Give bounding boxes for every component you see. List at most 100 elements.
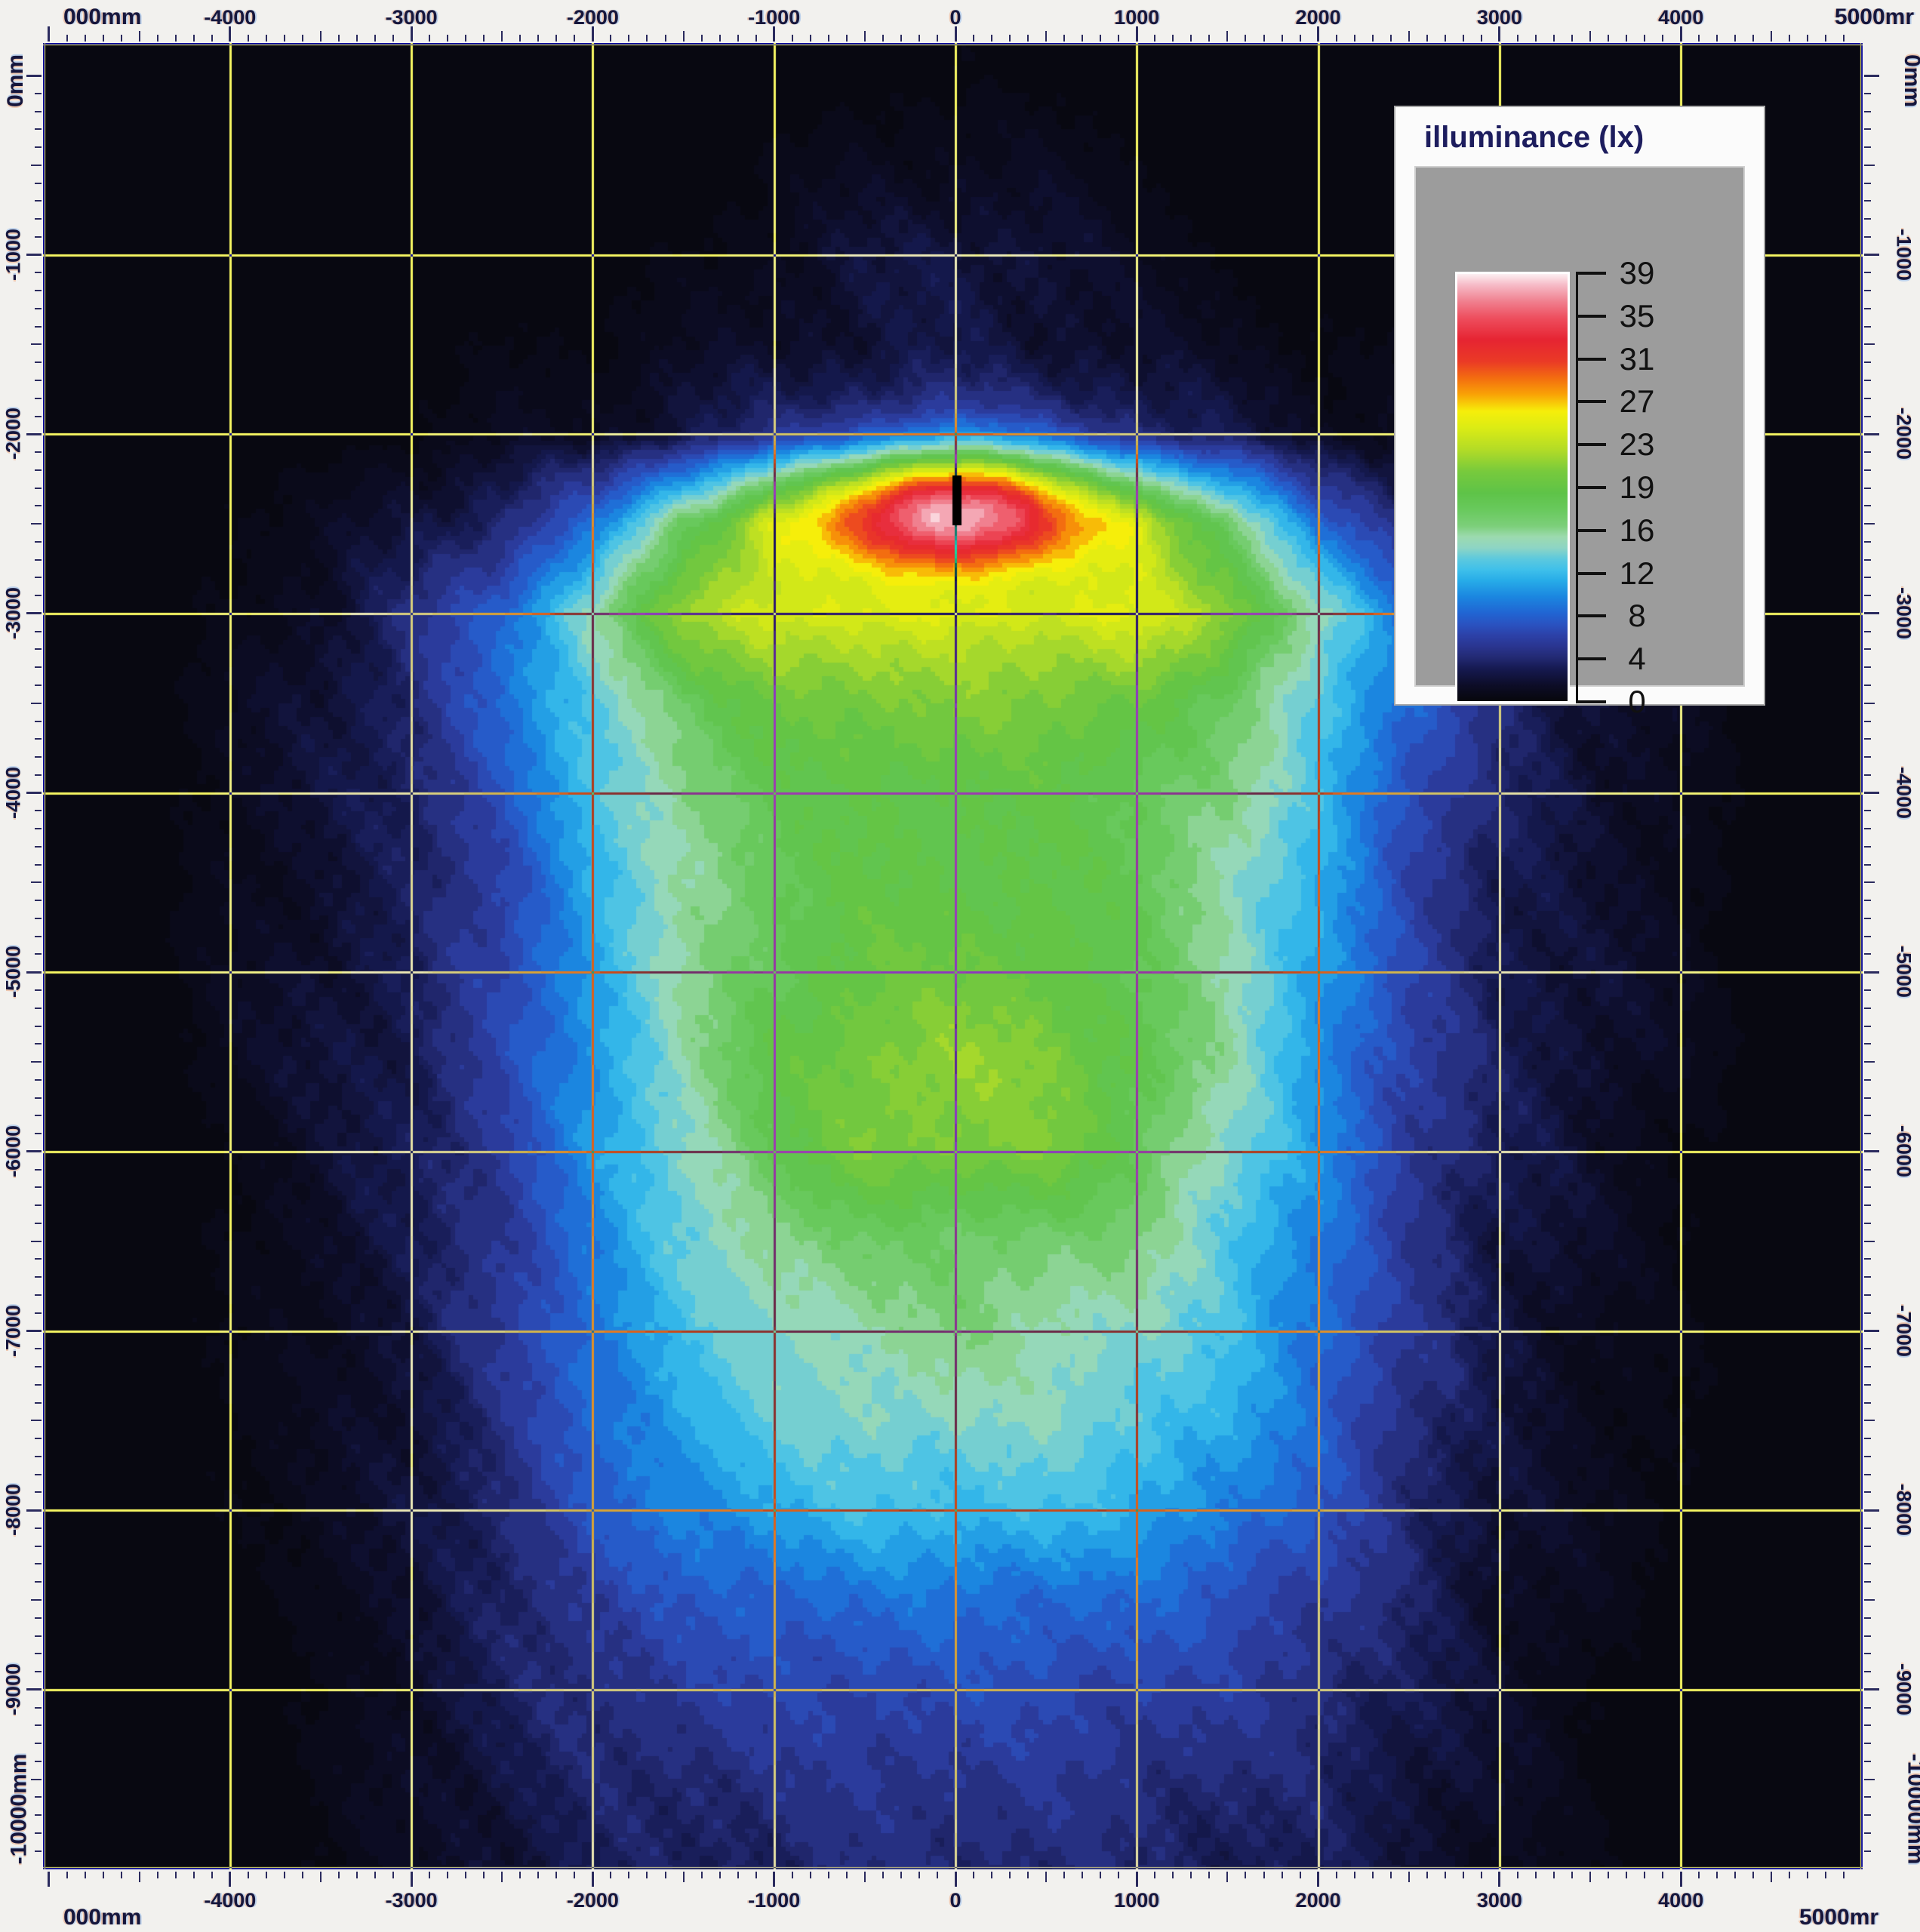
ruler-tick (1864, 1707, 1871, 1709)
ruler-tick (175, 1872, 177, 1878)
ruler-tick (35, 756, 42, 758)
ruler-tick (48, 1872, 50, 1887)
ruler-tick (1172, 1872, 1174, 1878)
ruler-tick-label: -9000 (2, 1644, 26, 1734)
ruler-tick (411, 1872, 413, 1887)
ruler-tick (555, 35, 557, 42)
ruler-tick (35, 380, 42, 381)
ruler-tick (973, 1872, 974, 1878)
legend-tick-label: 39 (1611, 255, 1663, 291)
ruler-tick (1864, 846, 1871, 848)
ruler-tick (1372, 35, 1374, 42)
ruler-tick (1100, 1872, 1101, 1878)
ruler-tick (1864, 918, 1871, 919)
ruler-tick (737, 1872, 739, 1878)
ruler-tick (35, 1671, 42, 1672)
ruler-tick (1864, 398, 1871, 399)
legend-window[interactable]: illuminance (lx) 3935312723191612840 (1394, 106, 1765, 706)
legend-tick (1576, 700, 1606, 703)
corner-label-right-bottom: -10000mm (1902, 1754, 1920, 1865)
ruler-tick (701, 35, 703, 42)
ruler-tick (35, 128, 42, 130)
ruler-tick (1190, 35, 1192, 42)
ruler-tick (1390, 1872, 1392, 1878)
ruler-tick (35, 900, 42, 901)
ruler-tick (1118, 1872, 1119, 1878)
ruler-tick (447, 1872, 448, 1878)
ruler-tick (121, 1872, 122, 1878)
corner-label-top-left: 000mm (63, 5, 141, 30)
ruler-tick (719, 1872, 721, 1878)
ruler-tick (35, 146, 42, 148)
ruler-top: -4000-3000-2000-100001000200030004000 (0, 0, 1920, 43)
ruler-tick (1864, 1348, 1871, 1349)
ruler-tick (35, 864, 42, 866)
ruler-tick (31, 1061, 42, 1063)
ruler-tick (35, 1026, 42, 1027)
ruler-tick (1408, 31, 1410, 42)
ruler-tick (1372, 1872, 1374, 1878)
ruler-tick (35, 1204, 42, 1206)
ruler-tick (320, 1872, 322, 1882)
ruler-tick (356, 1872, 358, 1878)
ruler-tick-label: 4000 (1635, 1889, 1726, 1912)
ruler-tick (1864, 738, 1871, 740)
ruler-tick (1190, 1872, 1192, 1878)
ruler-tick (1680, 1872, 1682, 1887)
ruler-tick (26, 1330, 42, 1332)
ruler-tick (26, 792, 42, 794)
ruler-tick-label: -5000 (2, 927, 26, 1017)
ruler-tick (683, 1872, 685, 1882)
ruler-tick (1082, 1872, 1083, 1878)
ruler-tick (701, 1872, 703, 1878)
ruler-tick (35, 1348, 42, 1349)
ruler-tick-label: -4000 (1892, 747, 1915, 838)
legend-tick-label: 0 (1611, 684, 1663, 720)
ruler-tick (35, 1653, 42, 1654)
ruler-tick (882, 35, 884, 42)
ruler-tick-label: -2000 (547, 6, 638, 29)
ruler-tick (1118, 35, 1119, 42)
ruler-tick (810, 35, 811, 42)
ruler-tick (35, 308, 42, 309)
ruler-tick (35, 1276, 42, 1278)
ruler-tick (35, 272, 42, 273)
ruler-tick (1864, 1563, 1871, 1564)
ruler-tick (266, 35, 267, 42)
ruler-tick (519, 35, 521, 42)
ruler-tick (628, 35, 629, 42)
ruler-tick-label: -2000 (1892, 389, 1915, 479)
ruler-tick (1734, 1872, 1736, 1878)
ruler-tick (1864, 128, 1871, 130)
ruler-tick (1336, 35, 1337, 42)
ruler-tick (574, 1872, 575, 1878)
ruler-tick (828, 1872, 829, 1878)
ruler-tick (103, 35, 104, 42)
ruler-tick (1864, 810, 1871, 811)
ruler-tick (31, 703, 42, 704)
ruler-tick-label: -2000 (547, 1889, 638, 1912)
legend-tick (1576, 572, 1606, 575)
ruler-tick (1626, 1872, 1627, 1878)
ruler-tick (35, 416, 42, 417)
ruler-tick (1864, 200, 1871, 202)
ruler-tick (284, 1872, 285, 1878)
ruler-tick (991, 35, 992, 42)
ruler-tick (1864, 989, 1871, 991)
ruler-tick (35, 1563, 42, 1564)
ruler-tick (1864, 272, 1871, 273)
ruler-tick (900, 35, 902, 42)
ruler-tick (26, 1150, 42, 1152)
ruler-tick (1535, 1872, 1537, 1878)
ruler-tick (1864, 343, 1875, 345)
ruler-tick (447, 35, 448, 42)
ruler-tick (1063, 35, 1065, 42)
ruler-tick (1571, 35, 1573, 42)
ruler-tick (35, 936, 42, 937)
ruler-tick (1245, 35, 1246, 42)
ruler-tick (1864, 595, 1871, 596)
ruler-tick (1864, 1312, 1871, 1314)
ruler-tick (211, 35, 213, 42)
ruler-tick (665, 35, 666, 42)
ruler-tick (1864, 1599, 1875, 1601)
